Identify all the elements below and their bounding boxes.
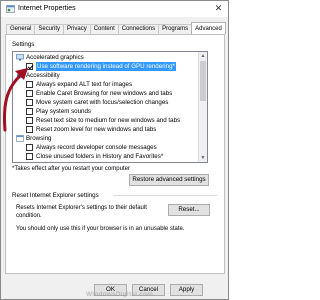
setting-checkbox[interactable] [26,63,33,70]
scroll-thumb[interactable] [200,61,206,101]
tab-strip: General Security Privacy Content Connect… [6,22,226,34]
apply-button[interactable]: Apply [170,284,203,296]
scroll-down-arrow-icon[interactable]: ▼ [199,154,207,162]
internet-options-icon [6,5,15,13]
setting-label: Disable script debugging (Internet Explo… [36,161,155,162]
setting-label: Play system sounds [36,108,92,115]
reset-warning: You should only use this if your browser… [16,226,185,232]
close-button[interactable]: ✕ [214,4,223,13]
setting-checkbox[interactable] [26,117,33,124]
setting-label: Move system caret with focus/selection c… [36,99,169,106]
setting-checkbox[interactable] [26,81,33,88]
scroll-up-arrow-icon[interactable]: ▲ [199,52,207,60]
watermark: WindowsDigital.com [86,291,154,298]
restart-note: *Takes effect after you restart your com… [12,166,130,172]
tab-programs[interactable]: Programs [158,24,193,34]
accessibility-icon [17,72,23,79]
settings-category-label: Browsing [26,135,52,142]
setting-checkbox[interactable] [26,99,33,106]
setting-checkbox[interactable] [26,126,33,133]
settings-group-label: Settings [12,41,35,48]
tab-connections[interactable]: Connections [117,24,160,34]
setting-label: Reset text size to medium for new window… [36,117,181,124]
settings-category-label: Accessibility [26,72,60,79]
setting-checkbox[interactable] [26,162,33,163]
tab-advanced[interactable]: Advanced [191,22,226,34]
setting-label: Use software rendering instead of GPU re… [36,62,176,71]
tab-privacy[interactable]: Privacy [63,24,91,34]
settings-category-label: Accelerated graphics [26,54,84,61]
settings-scrollbar[interactable]: ▲ ▼ [198,52,207,162]
setting-label: Always expand ALT text for images [36,81,133,88]
setting-checkbox[interactable] [26,108,33,115]
window-title: Internet Properties [18,5,76,12]
setting-checkbox[interactable] [26,144,33,151]
setting-label: Enable Caret Browsing for new windows an… [36,90,173,97]
setting-label: Always record developer console messages [36,144,157,151]
setting-label: Close unused folders in History and Favo… [36,153,164,160]
settings-tree-list[interactable]: Accelerated graphics Use software renderi… [12,51,208,163]
reset-description: Resets Internet Explorer's settings to t… [16,205,147,219]
restore-advanced-settings-button[interactable]: Restore advanced settings [129,174,209,186]
monitor-icon [16,54,24,61]
setting-checkbox[interactable] [26,153,33,160]
reset-button[interactable]: Reset... [168,204,210,216]
tab-security[interactable]: Security [34,24,65,34]
reset-group-label: Reset Internet Explorer settings [12,192,99,199]
reset-group-divider [113,195,217,196]
browsing-icon [16,135,24,142]
title-bar: Internet Properties ✕ [1,1,228,17]
internet-properties-window: Internet Properties ✕ General Security P… [0,0,229,300]
setting-checkbox[interactable] [26,90,33,97]
tab-general[interactable]: General [6,24,36,34]
tab-content[interactable]: Content [89,24,119,34]
setting-label: Reset zoom level for new windows and tab… [36,126,157,133]
